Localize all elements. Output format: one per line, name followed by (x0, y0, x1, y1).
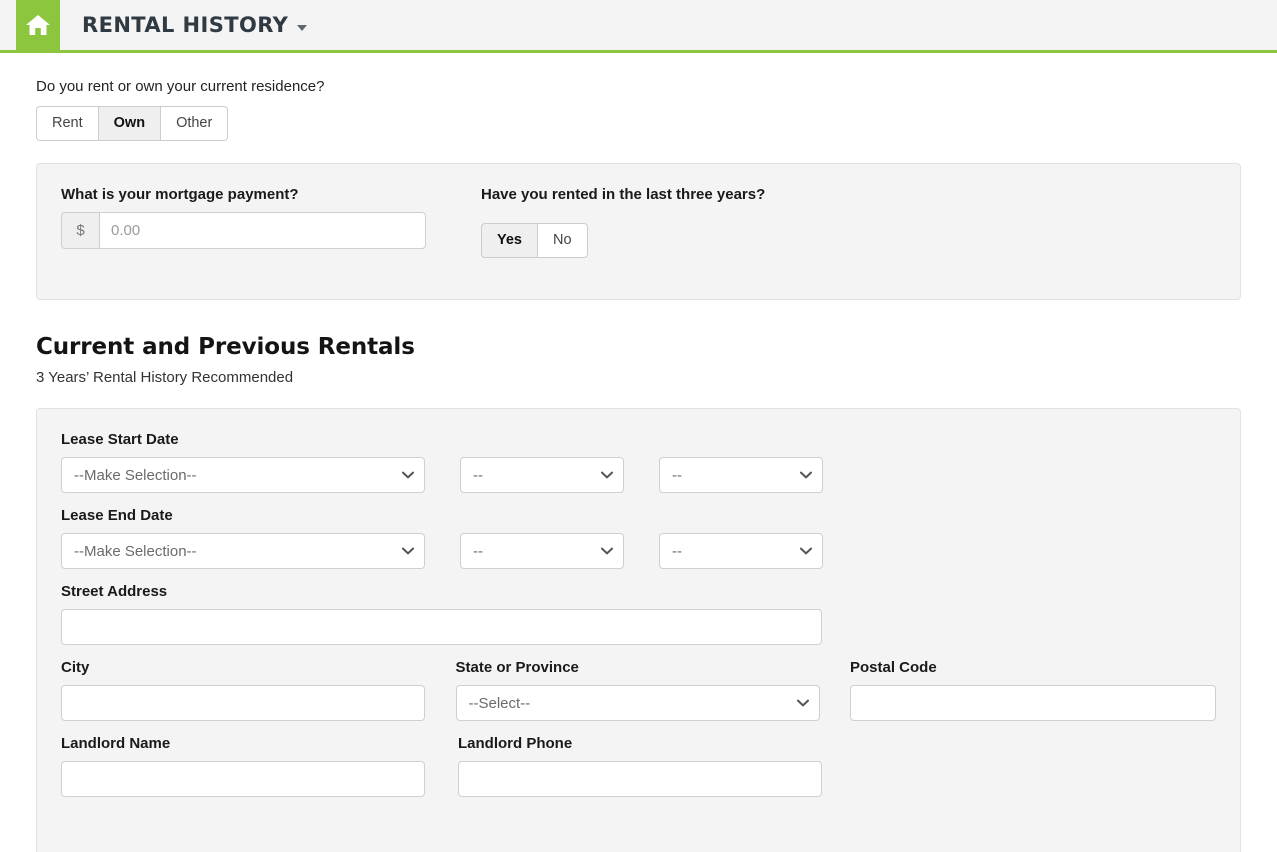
mortgage-payment-field-group: What is your mortgage payment? $ (61, 186, 481, 258)
residence-option-own[interactable]: Own (98, 106, 160, 141)
landlord-name-field-group: Landlord Name (61, 735, 458, 797)
postal-code-input[interactable] (850, 685, 1216, 721)
rentals-section-subtitle: 3 Years’ Rental History Recommended (36, 369, 1277, 386)
lease-start-month-select-wrap[interactable]: --Make Selection-- (61, 457, 425, 493)
lease-start-year-select[interactable]: -- (659, 457, 823, 493)
lease-end-date-row: Lease End Date --Make Selection-- -- (37, 507, 1240, 569)
header-title-wrap[interactable]: RENTAL HISTORY (60, 0, 307, 50)
home-icon-tile[interactable] (16, 0, 60, 50)
lease-start-day-select[interactable]: -- (460, 457, 624, 493)
residence-option-other[interactable]: Other (160, 106, 228, 141)
landlord-name-input[interactable] (61, 761, 425, 797)
lease-start-day-select-wrap[interactable]: -- (460, 457, 624, 493)
chevron-down-icon[interactable] (297, 25, 307, 31)
currency-symbol-addon: $ (61, 212, 99, 249)
rentals-panel: Lease Start Date --Make Selection-- -- (36, 408, 1241, 852)
city-label: City (61, 659, 456, 676)
landlord-phone-field-group: Landlord Phone (458, 735, 855, 797)
mortgage-payment-input[interactable] (99, 212, 426, 249)
lease-end-month-select-wrap[interactable]: --Make Selection-- (61, 533, 425, 569)
lease-end-date-label: Lease End Date (61, 507, 1216, 524)
home-icon (25, 13, 51, 37)
postal-code-label: Postal Code (850, 659, 1216, 676)
lease-end-day-select-wrap[interactable]: -- (460, 533, 624, 569)
lease-start-date-row: Lease Start Date --Make Selection-- -- (37, 431, 1240, 493)
landlord-phone-input[interactable] (458, 761, 822, 797)
lease-end-day-select[interactable]: -- (460, 533, 624, 569)
lease-end-year-select[interactable]: -- (659, 533, 823, 569)
residence-option-rent[interactable]: Rent (36, 106, 98, 141)
street-address-label: Street Address (61, 583, 1216, 600)
lease-start-year-select-wrap[interactable]: -- (659, 457, 823, 493)
city-input[interactable] (61, 685, 425, 721)
residence-question-label: Do you rent or own your current residenc… (36, 78, 1277, 95)
mortgage-payment-input-group[interactable]: $ (61, 212, 426, 249)
street-address-row: Street Address (37, 583, 1240, 645)
page-title: RENTAL HISTORY (82, 13, 288, 37)
street-address-input[interactable] (61, 609, 822, 645)
state-select-wrap[interactable]: --Select-- (456, 685, 820, 721)
state-select[interactable]: --Select-- (456, 685, 820, 721)
rentals-section-title: Current and Previous Rentals (36, 334, 1277, 360)
rented-recently-field-group: Have you rented in the last three years?… (481, 186, 901, 258)
mortgage-payment-label: What is your mortgage payment? (61, 186, 481, 203)
rented-recently-label: Have you rented in the last three years? (481, 186, 901, 203)
landlord-name-label: Landlord Name (61, 735, 458, 752)
rented-recently-option-yes[interactable]: Yes (481, 223, 537, 258)
city-state-postal-row: City State or Province --Select-- Postal… (37, 659, 1240, 721)
residence-type-button-group[interactable]: Rent Own Other (36, 106, 228, 141)
state-field-group: State or Province --Select-- (456, 659, 851, 721)
state-label: State or Province (456, 659, 851, 676)
page-body: Do you rent or own your current residenc… (0, 78, 1277, 852)
lease-start-date-label: Lease Start Date (61, 431, 1216, 448)
lease-end-month-select[interactable]: --Make Selection-- (61, 533, 425, 569)
city-field-group: City (61, 659, 456, 721)
lease-start-month-select[interactable]: --Make Selection-- (61, 457, 425, 493)
postal-code-field-group: Postal Code (850, 659, 1216, 721)
lease-end-year-select-wrap[interactable]: -- (659, 533, 823, 569)
landlord-phone-label: Landlord Phone (458, 735, 855, 752)
landlord-row: Landlord Name Landlord Phone (37, 735, 1240, 797)
mortgage-panel: What is your mortgage payment? $ Have yo… (36, 163, 1241, 300)
app-header: RENTAL HISTORY (0, 0, 1277, 53)
rented-recently-button-group[interactable]: Yes No (481, 223, 588, 258)
rented-recently-option-no[interactable]: No (537, 223, 588, 258)
